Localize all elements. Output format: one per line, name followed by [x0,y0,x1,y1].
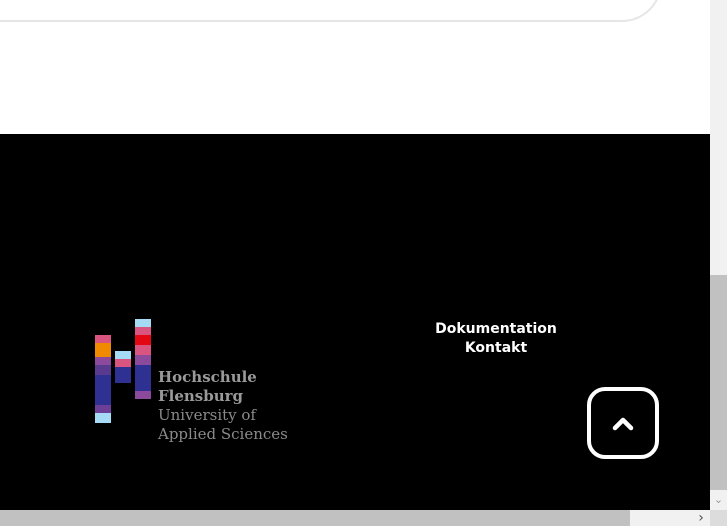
footer-links: Dokumentation Kontakt [420,320,572,358]
chevron-up-icon [612,417,634,431]
vertical-scrollbar[interactable]: ⌄ [710,0,727,510]
logo-text-line: University of [158,406,256,424]
horizontal-scrollbar-thumb[interactable] [0,510,630,526]
page: Hochschule Flensburg University of Appli… [0,0,710,510]
university-logo-text: Hochschule Flensburg University of Appli… [158,368,288,444]
footer-link-dokumentation[interactable]: Dokumentation [420,320,572,339]
logo-text-line: Applied Sciences [158,425,288,443]
logo-text-line: Hochschule [158,368,257,386]
scrollbar-corner [710,510,727,526]
horizontal-scrollbar[interactable]: › [0,510,710,526]
chevron-down-icon[interactable]: ⌄ [710,490,727,510]
content-card [0,0,662,22]
logo-text-line: Flensburg [158,387,244,405]
scroll-to-top-button[interactable] [587,387,659,459]
footer-link-kontakt[interactable]: Kontakt [420,339,572,358]
chevron-right-icon[interactable]: › [692,510,710,526]
vertical-scrollbar-thumb[interactable] [710,275,727,490]
